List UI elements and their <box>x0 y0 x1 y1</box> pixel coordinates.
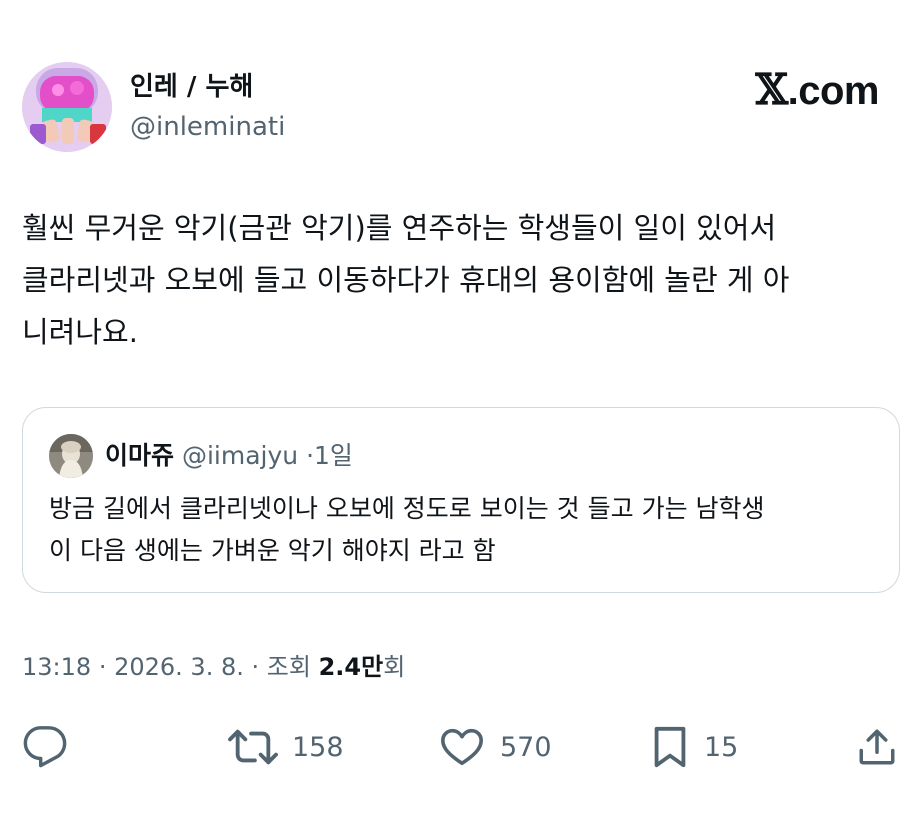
like-count: 570 <box>500 731 552 763</box>
quoted-author-handle[interactable]: @iimajyu <box>182 441 298 470</box>
share-button[interactable] <box>856 722 898 772</box>
quoted-timestamp[interactable]: 1일 <box>314 441 353 470</box>
views-suffix: 회 <box>383 653 406 681</box>
retweet-icon <box>228 729 278 765</box>
views-count: 2.4만 <box>318 653 384 681</box>
retweet-count: 158 <box>292 731 344 763</box>
tweet-date[interactable]: 2026. 3. 8. <box>114 653 244 681</box>
quoted-tweet-line: 이 다음 생에는 가벼운 악기 해야지 라고 함 <box>49 536 496 565</box>
reply-icon <box>23 726 67 768</box>
avatar-photo <box>49 434 93 478</box>
author-display-name[interactable]: 인레 / 누해 <box>130 70 253 104</box>
avatar-illustration <box>22 62 112 152</box>
author-avatar[interactable] <box>22 62 112 152</box>
quoted-tweet-header: 이마쥬 @iimajyu ·1일 <box>105 438 353 474</box>
tweet-text: 훨씬 무거운 악기(금관 악기)를 연주하는 학생들이 일이 있어서 클라리넷과… <box>22 202 892 358</box>
tweet-meta: 13:18 · 2026. 3. 8. · 조회 2.4만회 <box>22 650 405 684</box>
quoted-separator: · <box>306 441 315 470</box>
tweet-line: 훨씬 무거운 악기(금관 악기)를 연주하는 학생들이 일이 있어서 <box>22 211 777 245</box>
quoted-tweet-text: 방금 길에서 클라리넷이나 오보에 정도로 보이는 것 들고 가는 남학생 이 … <box>49 488 879 572</box>
x-logo: 𝕏.com <box>755 65 880 114</box>
like-button[interactable]: 570 <box>438 722 552 772</box>
reply-button[interactable] <box>22 722 68 772</box>
quoted-author-avatar[interactable] <box>49 434 93 478</box>
meta-separator: · <box>98 653 107 681</box>
quoted-tweet-line: 방금 길에서 클라리넷이나 오보에 정도로 보이는 것 들고 가는 남학생 <box>49 494 765 523</box>
like-icon <box>441 728 483 766</box>
share-icon <box>859 729 895 765</box>
bookmark-count: 15 <box>704 731 739 763</box>
action-bar: 158 570 15 <box>0 722 921 772</box>
brand-domain: .com <box>787 69 880 113</box>
author-handle[interactable]: @inleminati <box>130 110 285 144</box>
bookmark-icon <box>654 726 686 768</box>
x-glyph: 𝕏 <box>755 65 789 114</box>
tweet-time[interactable]: 13:18 <box>22 653 91 681</box>
views-label: 조회 <box>266 653 311 681</box>
quoted-author-name[interactable]: 이마쥬 <box>105 441 174 470</box>
meta-separator: · <box>251 653 260 681</box>
bookmark-button[interactable]: 15 <box>650 722 738 772</box>
quoted-tweet-card[interactable]: 이마쥬 @iimajyu ·1일 방금 길에서 클라리넷이나 오보에 정도로 보… <box>22 407 900 593</box>
retweet-button[interactable]: 158 <box>228 722 344 772</box>
tweet-line: 니려나요. <box>22 315 138 349</box>
tweet-line: 클라리넷과 오보에 들고 이동하다가 휴대의 용이함에 놀란 게 아 <box>22 263 790 297</box>
